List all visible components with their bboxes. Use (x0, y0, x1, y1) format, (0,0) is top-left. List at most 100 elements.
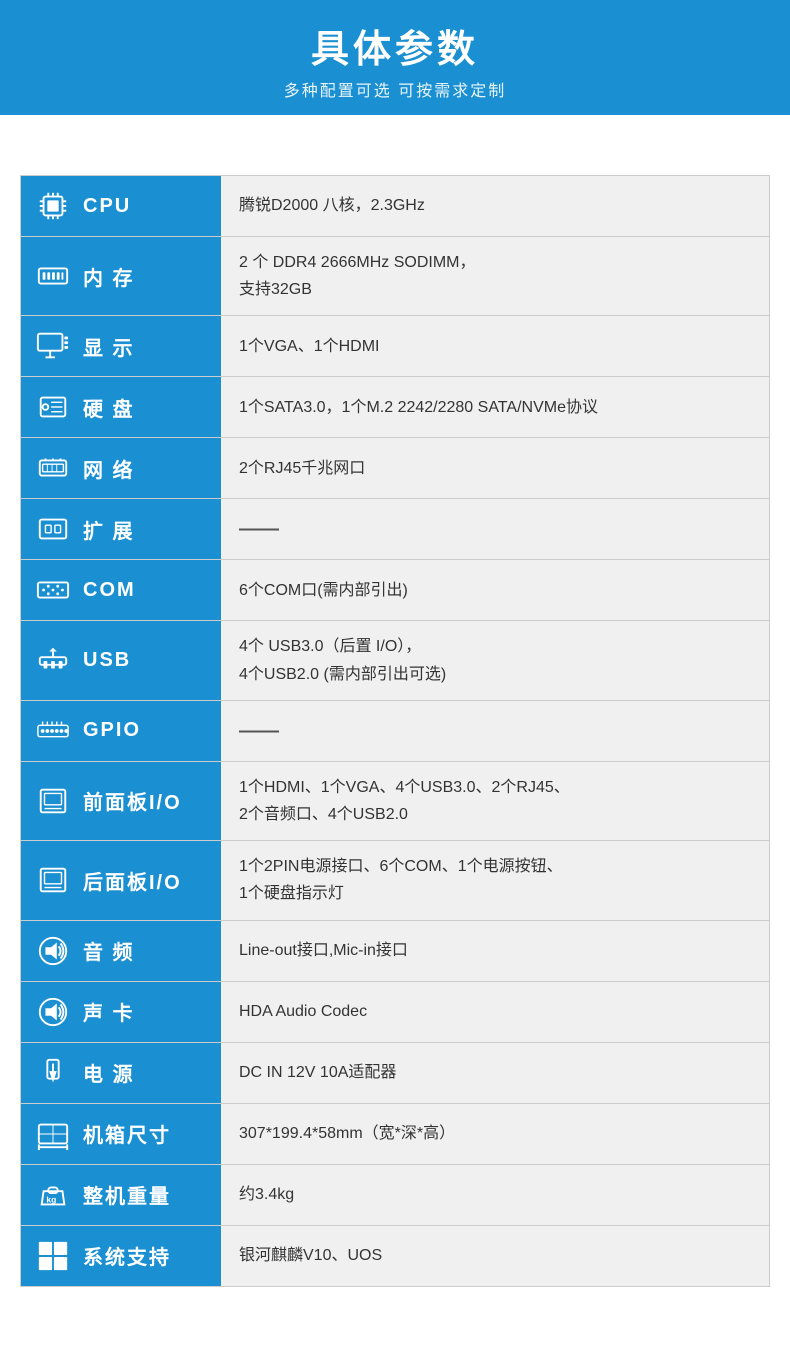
spec-label-power: 电 源 (21, 1043, 221, 1103)
spec-label-text-weight: 整机重量 (83, 1180, 171, 1209)
spec-value-text-cpu: 腾锐D2000 八核，2.3GHz (239, 192, 425, 219)
spec-value-text-weight: 约3.4kg (239, 1181, 294, 1208)
table-row: 声 卡 HDA Audio Codec (21, 982, 769, 1043)
spec-label-gpio: GPIO (21, 701, 221, 761)
com-icon (33, 570, 73, 610)
svg-text:kg: kg (46, 1194, 56, 1204)
spec-value-size: 307*199.4*58mm（宽*深*高） (221, 1104, 769, 1164)
spec-value-cpu: 腾锐D2000 八核，2.3GHz (221, 176, 769, 236)
spec-value-expansion: —— (221, 499, 769, 559)
spec-label-text-network: 网 络 (83, 454, 135, 483)
table-row: 电 源 DC IN 12V 10A适配器 (21, 1043, 769, 1104)
spec-value-rear-io: 1个2PIN电源接口、6个COM、1个电源按钮、1个硬盘指示灯 (221, 841, 769, 919)
spec-value-sound-card: HDA Audio Codec (221, 982, 769, 1042)
spec-label-memory: 内 存 (21, 237, 221, 315)
spec-value-text-os: 银河麒麟V10、UOS (239, 1242, 382, 1269)
spec-label-network: 网 络 (21, 438, 221, 498)
spec-value-storage: 1个SATA3.0，1个M.2 2242/2280 SATA/NVMe协议 (221, 377, 769, 437)
spec-label-text-usb: USB (83, 649, 131, 672)
header: 具体参数 多种配置可选 可按需求定制 (0, 0, 790, 115)
weight-icon: kg (33, 1175, 73, 1215)
spec-value-text-size: 307*199.4*58mm（宽*深*高） (239, 1120, 455, 1147)
spec-value-text-com: 6个COM口(需内部引出) (239, 577, 408, 604)
spec-value-text-sound-card: HDA Audio Codec (239, 998, 367, 1025)
spec-label-expansion: 扩 展 (21, 499, 221, 559)
spec-value-usb: 4个 USB3.0（后置 I/O），4个USB2.0 (需内部引出可选) (221, 621, 769, 699)
table-row: kg 整机重量约3.4kg (21, 1165, 769, 1226)
table-row: USB 4个 USB3.0（后置 I/O），4个USB2.0 (需内部引出可选) (21, 621, 769, 700)
spec-value-audio: Line-out接口,Mic-in接口 (221, 921, 769, 981)
table-row: 前面板I/O 1个HDMI、1个VGA、4个USB3.0、2个RJ45、2个音频口… (21, 762, 769, 841)
size-icon (33, 1114, 73, 1154)
spec-label-text-size: 机箱尺寸 (83, 1119, 171, 1148)
spec-value-display: 1个VGA、1个HDMI (221, 316, 769, 376)
table-row: 机箱尺寸 307*199.4*58mm（宽*深*高） (21, 1104, 769, 1165)
spec-label-os: 系统支持 (21, 1226, 221, 1286)
spec-value-text-storage: 1个SATA3.0，1个M.2 2242/2280 SATA/NVMe协议 (239, 394, 598, 421)
spec-label-text-display: 显 示 (83, 332, 135, 361)
spec-label-text-gpio: GPIO (83, 719, 141, 742)
display-icon (33, 326, 73, 366)
spec-value-text-memory: 2 个 DDR4 2666MHz SODIMM，支持32GB (239, 249, 476, 303)
spec-label-weight: kg 整机重量 (21, 1165, 221, 1225)
spec-label-text-power: 电 源 (83, 1058, 135, 1087)
spec-label-text-com: COM (83, 579, 136, 602)
spec-value-text-expansion: —— (239, 512, 279, 546)
spec-value-os: 银河麒麟V10、UOS (221, 1226, 769, 1286)
table-row: 扩 展 —— (21, 499, 769, 560)
spacer (0, 115, 790, 175)
page-title: 具体参数 (0, 18, 790, 73)
table-row: 内 存 2 个 DDR4 2666MHz SODIMM，支持32GB (21, 237, 769, 316)
spec-label-text-front-io: 前面板I/O (83, 786, 182, 815)
spec-value-front-io: 1个HDMI、1个VGA、4个USB3.0、2个RJ45、2个音频口、4个USB… (221, 762, 769, 840)
table-row: 系统支持 银河麒麟V10、UOS (21, 1226, 769, 1286)
spec-label-text-expansion: 扩 展 (83, 515, 135, 544)
spec-label-sound-card: 声 卡 (21, 982, 221, 1042)
spec-value-network: 2个RJ45千兆网口 (221, 438, 769, 498)
spec-value-text-front-io: 1个HDMI、1个VGA、4个USB3.0、2个RJ45、2个音频口、4个USB… (239, 774, 570, 828)
table-row: 后面板I/O1个2PIN电源接口、6个COM、1个电源按钮、1个硬盘指示灯 (21, 841, 769, 920)
spec-table: CPU 腾锐D2000 八核，2.3GHz 内 存 2 个 DDR4 2666MHz… (20, 175, 770, 1287)
spec-value-text-network: 2个RJ45千兆网口 (239, 455, 365, 482)
spec-value-gpio: —— (221, 701, 769, 761)
spec-label-text-cpu: CPU (83, 195, 131, 218)
spec-label-com: COM (21, 560, 221, 620)
spec-value-text-gpio: —— (239, 714, 279, 748)
usb-icon (33, 641, 73, 681)
expansion-icon (33, 509, 73, 549)
os-icon (33, 1236, 73, 1276)
cpu-icon (33, 186, 73, 226)
spec-value-text-audio: Line-out接口,Mic-in接口 (239, 937, 408, 964)
spec-value-memory: 2 个 DDR4 2666MHz SODIMM，支持32GB (221, 237, 769, 315)
spec-label-front-io: 前面板I/O (21, 762, 221, 840)
table-row: 显 示 1个VGA、1个HDMI (21, 316, 769, 377)
page-subtitle: 多种配置可选 可按需求定制 (0, 77, 790, 101)
spec-label-text-memory: 内 存 (83, 262, 135, 291)
memory-icon (33, 256, 73, 296)
spec-label-cpu: CPU (21, 176, 221, 236)
spec-label-text-os: 系统支持 (83, 1241, 171, 1270)
spec-label-text-audio: 音 频 (83, 936, 135, 965)
spec-label-text-storage: 硬 盘 (83, 393, 135, 422)
spec-value-com: 6个COM口(需内部引出) (221, 560, 769, 620)
rear-panel-icon (33, 860, 73, 900)
spec-label-usb: USB (21, 621, 221, 699)
table-row: CPU 腾锐D2000 八核，2.3GHz (21, 176, 769, 237)
table-row: 音 频 Line-out接口,Mic-in接口 (21, 921, 769, 982)
table-row: GPIO —— (21, 701, 769, 762)
sound-card-icon (33, 992, 73, 1032)
gpio-icon (33, 711, 73, 751)
spec-label-storage: 硬 盘 (21, 377, 221, 437)
spec-label-audio: 音 频 (21, 921, 221, 981)
spec-label-size: 机箱尺寸 (21, 1104, 221, 1164)
table-row: COM 6个COM口(需内部引出) (21, 560, 769, 621)
network-icon (33, 448, 73, 488)
spec-value-power: DC IN 12V 10A适配器 (221, 1043, 769, 1103)
storage-icon (33, 387, 73, 427)
spec-value-text-usb: 4个 USB3.0（后置 I/O），4个USB2.0 (需内部引出可选) (239, 633, 446, 687)
spec-value-text-rear-io: 1个2PIN电源接口、6个COM、1个电源按钮、1个硬盘指示灯 (239, 853, 563, 907)
front-panel-icon (33, 781, 73, 821)
audio-icon (33, 931, 73, 971)
spec-value-text-display: 1个VGA、1个HDMI (239, 333, 379, 360)
spec-value-text-power: DC IN 12V 10A适配器 (239, 1059, 396, 1086)
